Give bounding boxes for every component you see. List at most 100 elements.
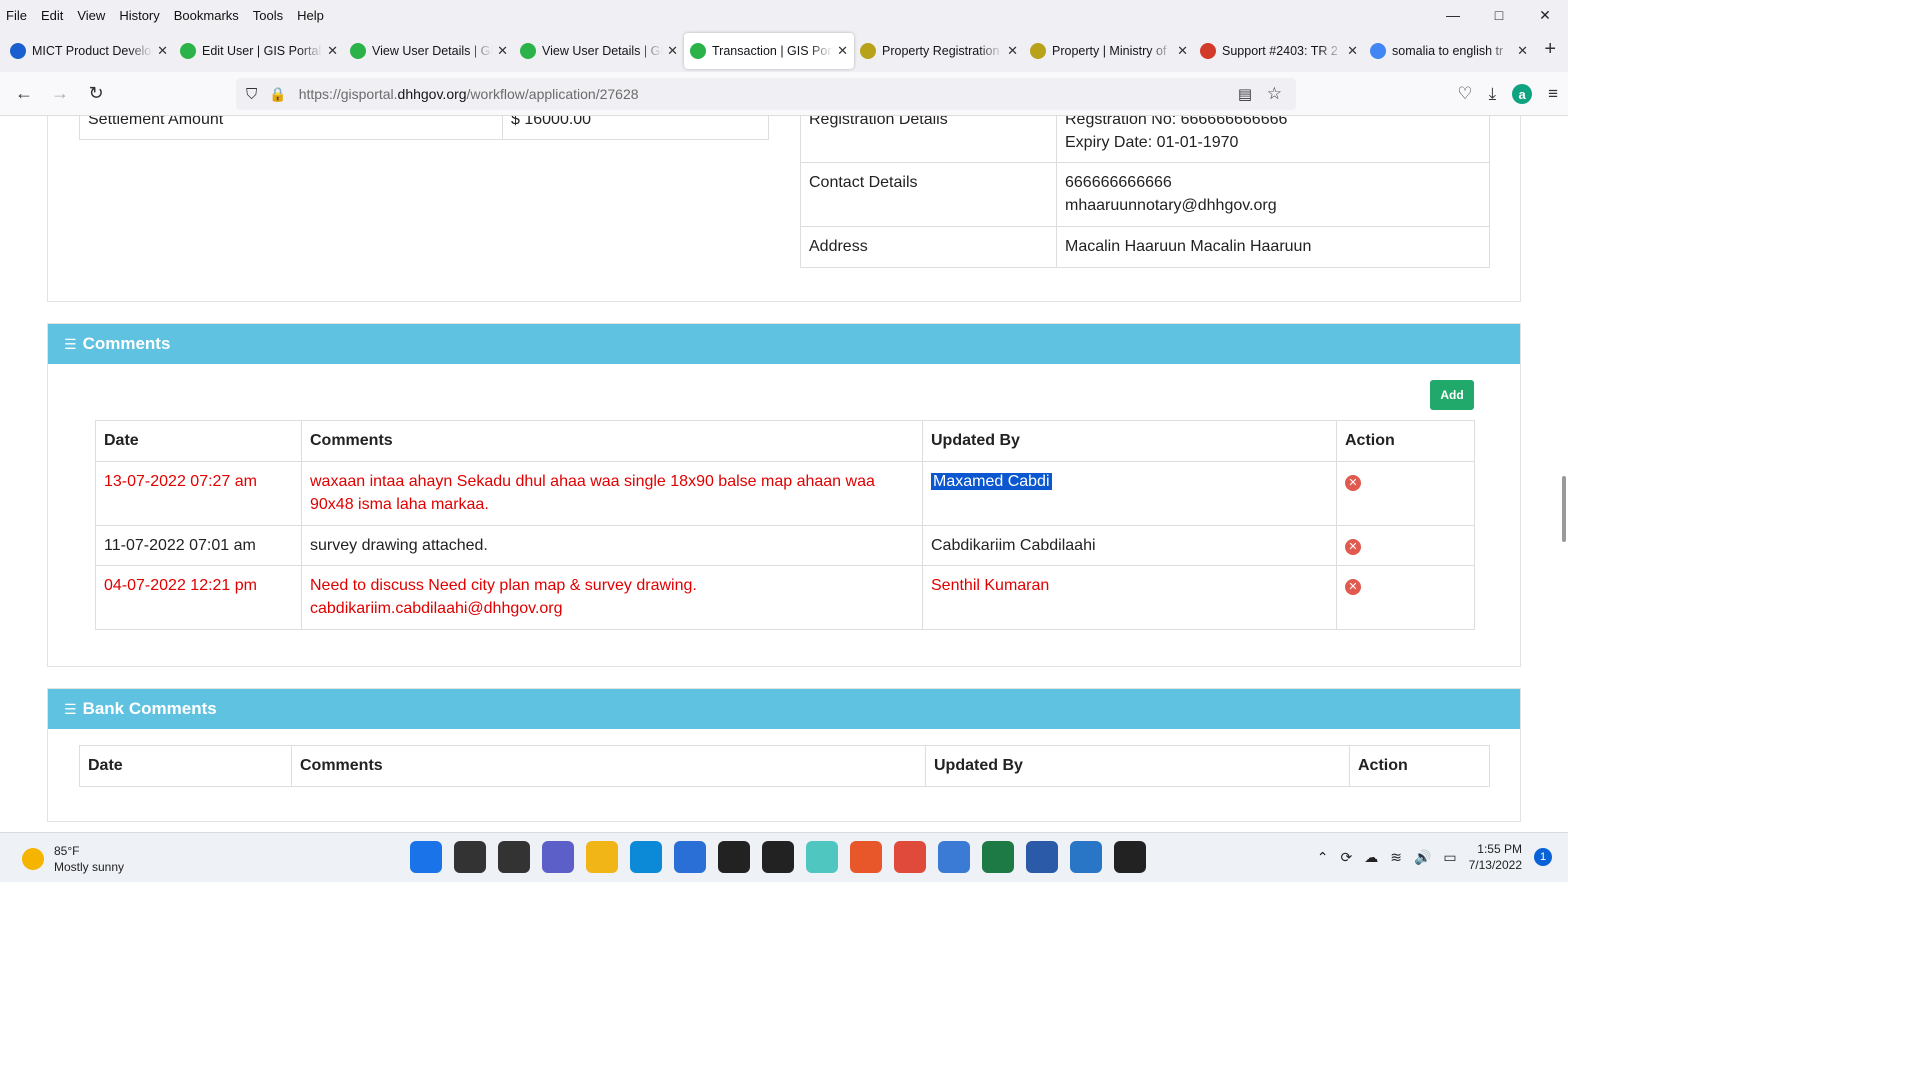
favicon-icon — [860, 43, 876, 59]
address-label: Address — [800, 226, 1057, 268]
menu-history[interactable]: History — [112, 8, 166, 23]
browser-tab[interactable]: Edit User | GIS Portal ✕ — [174, 33, 344, 69]
pocket-icon[interactable]: ♡ — [1457, 84, 1472, 104]
amazon-icon[interactable] — [718, 841, 750, 873]
list-icon: ☰ — [64, 700, 77, 717]
menu-edit[interactable]: Edit — [34, 8, 70, 23]
tab-bar: MICT Product Development✕Edit User | GIS… — [0, 30, 1568, 72]
settlement-label: Settlement Amount — [79, 116, 503, 140]
comment-date: 04-07-2022 12:21 pm — [95, 565, 302, 630]
forward-arrow-icon[interactable]: → — [42, 83, 78, 104]
speaker-icon[interactable]: 🔊 — [1414, 849, 1431, 866]
store-icon[interactable] — [674, 841, 706, 873]
taskbar-apps — [410, 841, 1146, 873]
table-header-row: Date Comments Updated By Action — [95, 420, 1475, 462]
start-icon[interactable] — [410, 841, 442, 873]
browser-tab[interactable]: Property | Ministry of ✕ — [1024, 33, 1194, 69]
owner-details-table: Registration Details Regstration No: 666… — [800, 116, 1490, 268]
firefox-icon[interactable] — [850, 841, 882, 873]
close-tab-icon[interactable]: ✕ — [327, 43, 338, 59]
back-arrow-icon[interactable]: ← — [6, 83, 42, 104]
contact-value: 666666666666 mhaaruunnotary@dhhgov.org — [1056, 162, 1490, 227]
chrome-icon[interactable] — [894, 841, 926, 873]
shield-icon[interactable]: ⛉ — [246, 86, 257, 103]
download-icon[interactable]: ⤓ — [1489, 84, 1497, 104]
browser-tab[interactable]: somalia to english tr ✕ — [1364, 33, 1534, 69]
menu-help[interactable]: Help — [290, 8, 331, 23]
menu-bookmarks[interactable]: Bookmarks — [167, 8, 246, 23]
edge-icon[interactable] — [630, 841, 662, 873]
close-tab-icon[interactable]: ✕ — [497, 43, 508, 59]
wifi-icon[interactable]: ≋ — [1390, 849, 1402, 866]
table-row: Settlement Amount $ 16000.00 — [79, 116, 769, 140]
browser-tab[interactable]: MICT Product Development ✕ — [4, 33, 174, 69]
chevron-up-icon[interactable]: ⌃ — [1317, 849, 1329, 866]
close-tab-icon[interactable]: ✕ — [1347, 43, 1358, 59]
bookmark-star-icon[interactable]: ☆ — [1267, 84, 1282, 104]
reader-view-icon[interactable]: ▤ — [1238, 85, 1252, 103]
browser-tab[interactable]: View User Details | GIS ✕ — [514, 33, 684, 69]
comment-author: Maxamed Cabdi — [922, 461, 1337, 526]
menu-tools[interactable]: Tools — [246, 8, 290, 23]
tab-label: MICT Product Development — [32, 44, 153, 58]
settlement-value: $ 16000.00 — [502, 116, 769, 140]
reload-icon[interactable]: ↻ — [78, 83, 114, 104]
close-tab-icon[interactable]: ✕ — [1517, 43, 1528, 59]
notepad-icon[interactable] — [938, 841, 970, 873]
excel-icon[interactable] — [982, 841, 1014, 873]
add-comment-button[interactable]: Add — [1430, 380, 1474, 410]
close-tab-icon[interactable]: ✕ — [1007, 43, 1018, 59]
new-tab-button[interactable]: + — [1544, 38, 1556, 61]
word-icon[interactable] — [1026, 841, 1058, 873]
comment-date: 11-07-2022 07:01 am — [95, 525, 302, 566]
app-icon[interactable] — [806, 841, 838, 873]
toolbar-right: ♡ ⤓ a ≡ — [1457, 72, 1558, 116]
lock-icon[interactable]: 🔒 — [269, 86, 286, 103]
file-explorer-icon[interactable] — [586, 841, 618, 873]
favicon-icon — [1370, 43, 1386, 59]
menu-file[interactable]: File — [0, 8, 34, 23]
url-bar[interactable]: ⛉ 🔒 https://gisportal. dhhgov.org/workflo… — [236, 78, 1296, 110]
sync-icon[interactable]: ⟳ — [1340, 849, 1352, 866]
favicon-icon — [690, 43, 706, 59]
browser-tab[interactable]: View User Details | GIS ✕ — [344, 33, 514, 69]
norton-icon[interactable] — [1114, 841, 1146, 873]
dropbox-icon[interactable] — [762, 841, 794, 873]
clock[interactable]: 1:55 PM 7/13/2022 — [1469, 841, 1522, 873]
browser-tab[interactable]: Transaction | GIS Portal ✕ — [684, 33, 854, 69]
comment-author: Cabdikariim Cabdilaahi — [922, 525, 1337, 566]
maximize-button[interactable]: □ — [1476, 0, 1522, 30]
close-tab-icon[interactable]: ✕ — [1177, 43, 1188, 59]
delete-icon[interactable]: ✕ — [1345, 579, 1361, 595]
photos-icon[interactable] — [1070, 841, 1102, 873]
settlement-table: Settlement Amount $ 16000.00 — [79, 116, 769, 140]
delete-icon[interactable]: ✕ — [1345, 475, 1361, 491]
menu-view[interactable]: View — [70, 8, 112, 23]
browser-tab[interactable]: Property Registration ✕ — [854, 33, 1024, 69]
teams-icon[interactable] — [542, 841, 574, 873]
column-header-action: Action — [1336, 420, 1475, 462]
close-tab-icon[interactable]: ✕ — [837, 43, 848, 59]
close-tab-icon[interactable]: ✕ — [667, 43, 678, 59]
notification-badge[interactable]: 1 — [1534, 848, 1552, 866]
page-scrollbar[interactable] — [1562, 476, 1566, 542]
close-tab-icon[interactable]: ✕ — [157, 43, 168, 59]
column-header-updated-by: Updated By — [925, 745, 1350, 787]
contact-label: Contact Details — [800, 162, 1057, 227]
delete-icon[interactable]: ✕ — [1345, 539, 1361, 555]
tab-label: View User Details | GIS — [372, 44, 494, 58]
search-icon[interactable] — [454, 841, 486, 873]
battery-icon[interactable]: ▭ — [1443, 849, 1456, 866]
close-window-button[interactable]: ✕ — [1522, 0, 1568, 30]
weather-widget[interactable]: 85°F Mostly sunny — [22, 843, 124, 875]
hamburger-menu-icon[interactable]: ≡ — [1548, 84, 1558, 104]
minimize-button[interactable]: — — [1430, 0, 1476, 30]
task-view-icon[interactable] — [498, 841, 530, 873]
account-avatar-icon[interactable]: a — [1512, 84, 1533, 104]
cloud-icon[interactable]: ☁ — [1364, 849, 1378, 866]
favicon-icon — [520, 43, 536, 59]
tab-label: Support #2403: TR 2 — [1222, 44, 1338, 58]
expiry-date: Expiry Date: 01-01-1970 — [1065, 134, 1239, 151]
browser-tab[interactable]: Support #2403: TR 2 ✕ — [1194, 33, 1364, 69]
comment-action: ✕ — [1336, 565, 1475, 630]
